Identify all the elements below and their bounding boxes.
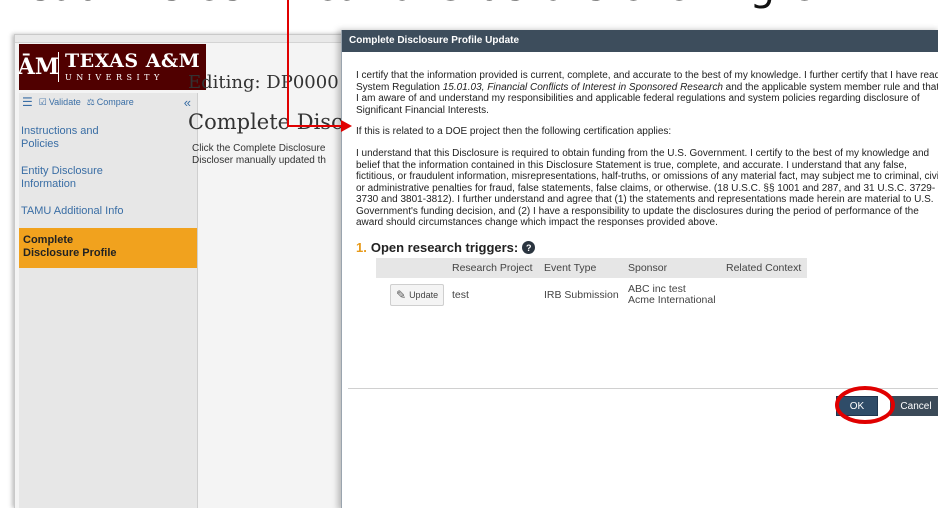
logo-title: TEXAS A&M [65,50,201,72]
sidebar-item-complete-disclosure[interactable]: Complete Disclosure Profile [19,228,197,268]
validate-button[interactable]: ☑ Validate [39,97,81,108]
editing-title: Editing: DP0000 [188,72,339,93]
page-description-line2: Discloser manually updated th [192,155,326,166]
validate-icon: ☑ [38,96,47,107]
col-related-context: Related Context [720,258,807,278]
triggers-title: Open research triggers: [370,240,519,255]
cert-regulation-ref: 15.01.03, Financial Conflicts of Interes… [442,81,723,93]
sidebar-item-instructions[interactable]: Instructions and Policies [19,125,129,151]
sidebar-toolbar: ☰ ☑ Validate ⚖ Compare « [19,93,197,111]
complete-disclosure-dialog: Complete Disclosure Profile Update I cer… [341,30,938,508]
page-description: Click the Complete Disclosure Discloser … [192,143,342,167]
triggers-number: 1. [356,240,367,255]
update-label: Update [409,290,439,300]
tutorial-caption: Read the certifications before clicking … [0,0,938,24]
triggers-heading: 1. Open research triggers: ? [356,240,536,255]
sidebar-item-entity-disclosure[interactable]: Entity Disclosure Information [19,165,129,191]
validate-label: Validate [48,97,81,107]
atm-logo-icon: ĀM [17,52,60,82]
compare-label: Compare [96,97,134,107]
sidebar: ☰ ☑ Validate ⚖ Compare « Instructions an… [19,93,198,508]
col-research-project: Research Project [446,258,538,278]
compare-button[interactable]: ⚖ Compare [87,97,134,108]
sidebar-item-tamu-additional-info[interactable]: TAMU Additional Info [19,205,197,218]
dialog-footer-divider [348,388,938,389]
page-description-line1: Click the Complete Disclosure [192,143,326,154]
col-event-type: Event Type [538,258,622,278]
col-sponsor: Sponsor [622,258,720,278]
cell-sponsor: ABC inc test Acme International [622,278,720,312]
collapse-sidebar-icon[interactable]: « [184,95,191,110]
update-button[interactable]: ✎ Update [390,284,445,306]
edit-icon: ✎ [396,288,407,302]
screenshot-root: Read the certifications before clicking … [0,0,938,508]
doe-certification: I understand that this Disclosure is req… [356,148,938,228]
cell-event-type: IRB Submission [544,289,619,301]
cell-related-context [720,278,807,312]
cell-research-project: test [452,289,469,301]
sidebar-item-label: Complete Disclosure Profile [23,234,117,259]
logo-subtitle: UNIVERSITY [65,73,164,82]
dialog-title: Complete Disclosure Profile Update [342,30,938,52]
hamburger-menu-icon[interactable]: ☰ [22,95,33,109]
sponsor-line2: Acme International [628,294,716,306]
row-action-cell: ✎ Update [376,278,446,312]
scales-icon: ⚖ [86,96,95,107]
triggers-table: Research Project Event Type Sponsor Rela… [376,258,807,312]
table-row: ✎ Update test IRB Submission ABC inc tes… [376,278,807,312]
col-actions [376,258,446,278]
tamu-logo: ĀM TEXAS A&M UNIVERSITY [17,44,206,90]
doe-intro: If this is related to a DOE project then… [356,126,672,137]
help-icon[interactable]: ? [522,241,536,254]
page-title: Complete Disclo [188,110,363,134]
certification-paragraph: I certify that the information provided … [349,70,938,116]
ok-button[interactable]: OK [836,396,878,416]
cancel-button[interactable]: Cancel [890,396,938,416]
